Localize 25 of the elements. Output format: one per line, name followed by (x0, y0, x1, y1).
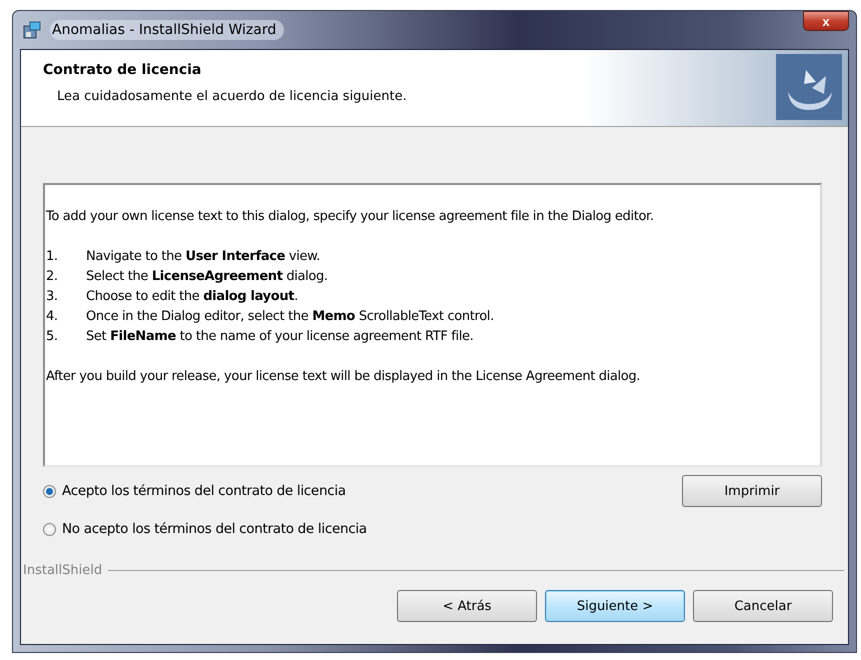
close-button[interactable]: x (803, 11, 849, 31)
license-paragraph: After you build your release, your license text will be displayed in the License Agreement dialog. (46, 368, 642, 386)
page-subtitle: Lea cuidadosamente el acuerdo de licencia siguiente. (57, 89, 408, 104)
wizard-button[interactable]: < Atrás (397, 590, 537, 622)
wizard-button[interactable]: Siguiente > (545, 590, 685, 622)
print-button[interactable]: Imprimir (682, 475, 822, 507)
brand-label: InstallShield (23, 563, 102, 578)
step-number: 1. (46, 248, 59, 266)
license-radio-option[interactable]: Acepto los términos del contrato de licencia (43, 483, 346, 499)
step-text: Set FileName to the name of your license agreement RTF file. (86, 328, 474, 346)
page-title: Contrato de licencia (43, 62, 202, 78)
step-text: Select the LicenseAgreement dialog. (86, 268, 328, 286)
step-number: 5. (46, 328, 59, 346)
step-number: 2. (46, 268, 59, 286)
step-number: 3. (46, 288, 59, 306)
step-text: Navigate to the User Interface view. (86, 248, 320, 266)
step-text: Choose to edit the dialog layout. (86, 288, 298, 306)
step-text: Once in the Dialog editor, select the Memo ScrollableText control. (86, 308, 494, 326)
wizard-button[interactable]: Cancelar (693, 590, 833, 622)
license-paragraph: To add your own license text to this dialog, specify your license agreement file in the Dialog editor. (46, 208, 655, 226)
license-text-box[interactable] (43, 183, 822, 467)
window-title: Anomalias - InstallShield Wizard (50, 20, 284, 40)
license-radio-option[interactable]: No acepto los términos del contrato de licencia (43, 521, 367, 537)
installer-icon (22, 20, 42, 40)
step-number: 4. (46, 308, 59, 326)
